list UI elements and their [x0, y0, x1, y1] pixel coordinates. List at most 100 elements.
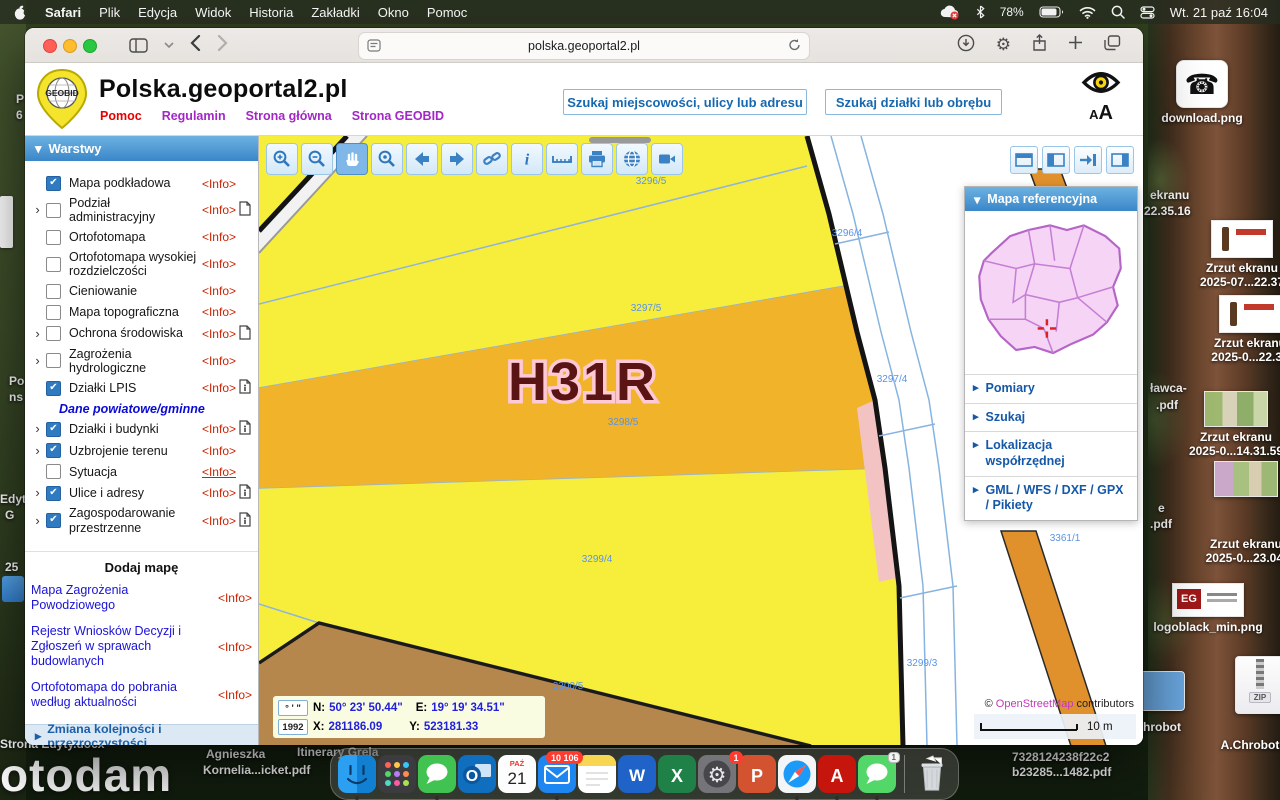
control-center-icon[interactable]: [1140, 6, 1155, 19]
dock-settings-icon[interactable]: ⚙1: [698, 755, 736, 793]
layer-info-link[interactable]: <Info>: [202, 354, 236, 368]
dock-notes-icon[interactable]: [578, 755, 616, 793]
layer-info-link[interactable]: <Info>: [202, 203, 236, 217]
previous-view-tool-button[interactable]: [406, 143, 438, 175]
dock-excel-icon[interactable]: X: [658, 755, 696, 793]
dock-powerpoint-icon[interactable]: P: [738, 755, 776, 793]
dock-messages-icon[interactable]: [418, 755, 456, 793]
panel-section-lokalizacja[interactable]: ▸Lokalizacja współrzędnej: [965, 431, 1137, 475]
layer-info-link[interactable]: <Info>: [202, 257, 236, 271]
expand-chevron-icon[interactable]: ›: [31, 424, 44, 434]
crs-button[interactable]: 1992: [278, 719, 308, 735]
print-tool-button[interactable]: [581, 143, 613, 175]
desktop-file-label[interactable]: download.png: [1161, 111, 1242, 125]
accessibility-controls[interactable]: AA: [1078, 69, 1124, 123]
dock-safari-icon[interactable]: [778, 755, 816, 793]
nav-strona-glowna[interactable]: Strona główna: [246, 109, 332, 123]
expand-chevron-icon[interactable]: ›: [31, 205, 44, 215]
font-size-toggle[interactable]: AA: [1078, 103, 1124, 123]
layer-checkbox[interactable]: [46, 257, 61, 272]
poland-overview-map[interactable]: [965, 211, 1137, 374]
desktop-file-icon[interactable]: Zrzut ekranu 2025-0...14.31.59: [1176, 391, 1280, 458]
metadata-doc-icon[interactable]: [239, 512, 254, 530]
layer-info-link[interactable]: <Info>: [202, 422, 236, 436]
desktop-file-label[interactable]: A.Chrobot.zip: [1221, 738, 1280, 752]
partial-file-icon[interactable]: [0, 196, 13, 248]
pan-tool-button[interactable]: [336, 143, 368, 175]
desktop-file-label[interactable]: Zrzut ekranu 2025-07...22.37: [1200, 261, 1280, 289]
desktop-text-fragment[interactable]: Kornelia...icket.pdf: [203, 763, 310, 778]
layer-info-link[interactable]: <Info>: [202, 327, 236, 341]
osm-link[interactable]: OpenStreetMap: [996, 698, 1074, 710]
zoom-button[interactable]: [83, 39, 97, 53]
layer-checkbox[interactable]: [46, 203, 61, 218]
reload-icon[interactable]: [788, 38, 801, 55]
layout-move-icon[interactable]: [1074, 146, 1102, 174]
layer-checkbox[interactable]: [46, 326, 61, 341]
dock-chat-icon[interactable]: 1: [858, 755, 896, 793]
desktop-text-fragment[interactable]: Agnieszka: [206, 747, 265, 762]
menu-item-plik[interactable]: Plik: [99, 5, 120, 20]
desktop-text-fragment[interactable]: Po: [9, 374, 24, 389]
expand-chevron-icon[interactable]: ›: [31, 356, 44, 366]
desktop-text-fragment[interactable]: 22.35.16: [1144, 204, 1191, 219]
layer-info-link[interactable]: <Info>: [202, 465, 236, 479]
desktop-file-label[interactable]: hrobot: [1143, 720, 1181, 734]
address-bar[interactable]: polska.geoportal2.pl: [358, 32, 810, 60]
panel-section-pomiary[interactable]: ▸Pomiary: [965, 374, 1137, 403]
desktop-text-fragment[interactable]: ekranu: [1150, 188, 1189, 203]
desktop-text-fragment[interactable]: ns: [9, 390, 23, 405]
layer-order-footer[interactable]: ▸Zmiana kolejności i przezroczystości: [25, 724, 258, 745]
close-button[interactable]: [43, 39, 57, 53]
sidebar-toggle-icon[interactable]: [129, 38, 148, 53]
trash-icon[interactable]: [913, 755, 951, 793]
sync-error-cloud-icon[interactable]: [939, 4, 961, 20]
layer-checkbox[interactable]: [46, 305, 61, 320]
layer-info-link[interactable]: <Info>: [202, 284, 236, 298]
layer-info-link[interactable]: <Info>: [202, 230, 236, 244]
layer-info-link[interactable]: <Info>: [202, 514, 236, 528]
desktop-text-fragment[interactable]: 7328124238f22c2 b23285...1482.pdf: [1012, 750, 1111, 780]
nav-pomoc[interactable]: Pomoc: [100, 109, 142, 123]
menu-item-safari[interactable]: Safari: [45, 5, 81, 20]
layer-checkbox[interactable]: [46, 464, 61, 479]
zoom-out-tool-button[interactable]: [301, 143, 333, 175]
layout-right-icon[interactable]: [1106, 146, 1134, 174]
desktop-text-fragment[interactable]: .pdf: [1156, 398, 1178, 413]
desktop-text-fragment[interactable]: 6: [16, 108, 23, 123]
layer-checkbox[interactable]: ✔: [46, 443, 61, 458]
menu-item-historia[interactable]: Historia: [249, 5, 293, 20]
layer-info-link[interactable]: <Info>: [202, 177, 236, 191]
info-tool-button[interactable]: i: [511, 143, 543, 175]
layer-checkbox[interactable]: ✔: [46, 422, 61, 437]
scrollbar-artifact[interactable]: [589, 137, 651, 143]
desktop-file-icon[interactable]: ☎download.png: [1142, 60, 1262, 125]
layers-header[interactable]: ▾Warstwy: [25, 136, 258, 161]
menubar-clock[interactable]: Wt. 21 paź 16:04: [1170, 5, 1268, 20]
folder-icon[interactable]: [2, 576, 24, 602]
search-parcel-button[interactable]: Szukaj działki lub obrębu: [825, 89, 1002, 115]
back-button[interactable]: [190, 35, 201, 56]
metadata-doc-icon[interactable]: [239, 420, 254, 438]
menu-item-widok[interactable]: Widok: [195, 5, 231, 20]
desktop-file-label[interactable]: logoblack_min.png: [1153, 620, 1262, 634]
legend-doc-icon[interactable]: [239, 325, 254, 343]
expand-chevron-icon[interactable]: ›: [31, 516, 44, 526]
desktop-file-icon[interactable]: Zrzut ekranu 2025-07...22.37: [1182, 220, 1280, 289]
add-map-info-link[interactable]: <Info>: [218, 591, 252, 605]
add-map-info-link[interactable]: <Info>: [218, 688, 252, 702]
new-tab-button[interactable]: [1068, 35, 1083, 55]
desktop-file-label[interactable]: Zrzut ekranu 2025-0...23.04.: [1206, 537, 1280, 565]
layout-top-icon[interactable]: [1010, 146, 1038, 174]
minimize-button[interactable]: [63, 39, 77, 53]
desktop-text-fragment[interactable]: .pdf: [1150, 517, 1172, 532]
legend-doc-icon[interactable]: [239, 201, 254, 219]
menu-item-zakładki[interactable]: Zakładki: [311, 5, 359, 20]
apple-menu-icon[interactable]: [14, 5, 27, 20]
nav-strona-geobid[interactable]: Strona GEOBID: [352, 109, 444, 123]
globe-tool-button[interactable]: [616, 143, 648, 175]
menu-item-pomoc[interactable]: Pomoc: [427, 5, 467, 20]
dock-acrobat-icon[interactable]: A: [818, 755, 856, 793]
desktop-text-fragment[interactable]: e: [1158, 501, 1165, 516]
next-view-tool-button[interactable]: [441, 143, 473, 175]
